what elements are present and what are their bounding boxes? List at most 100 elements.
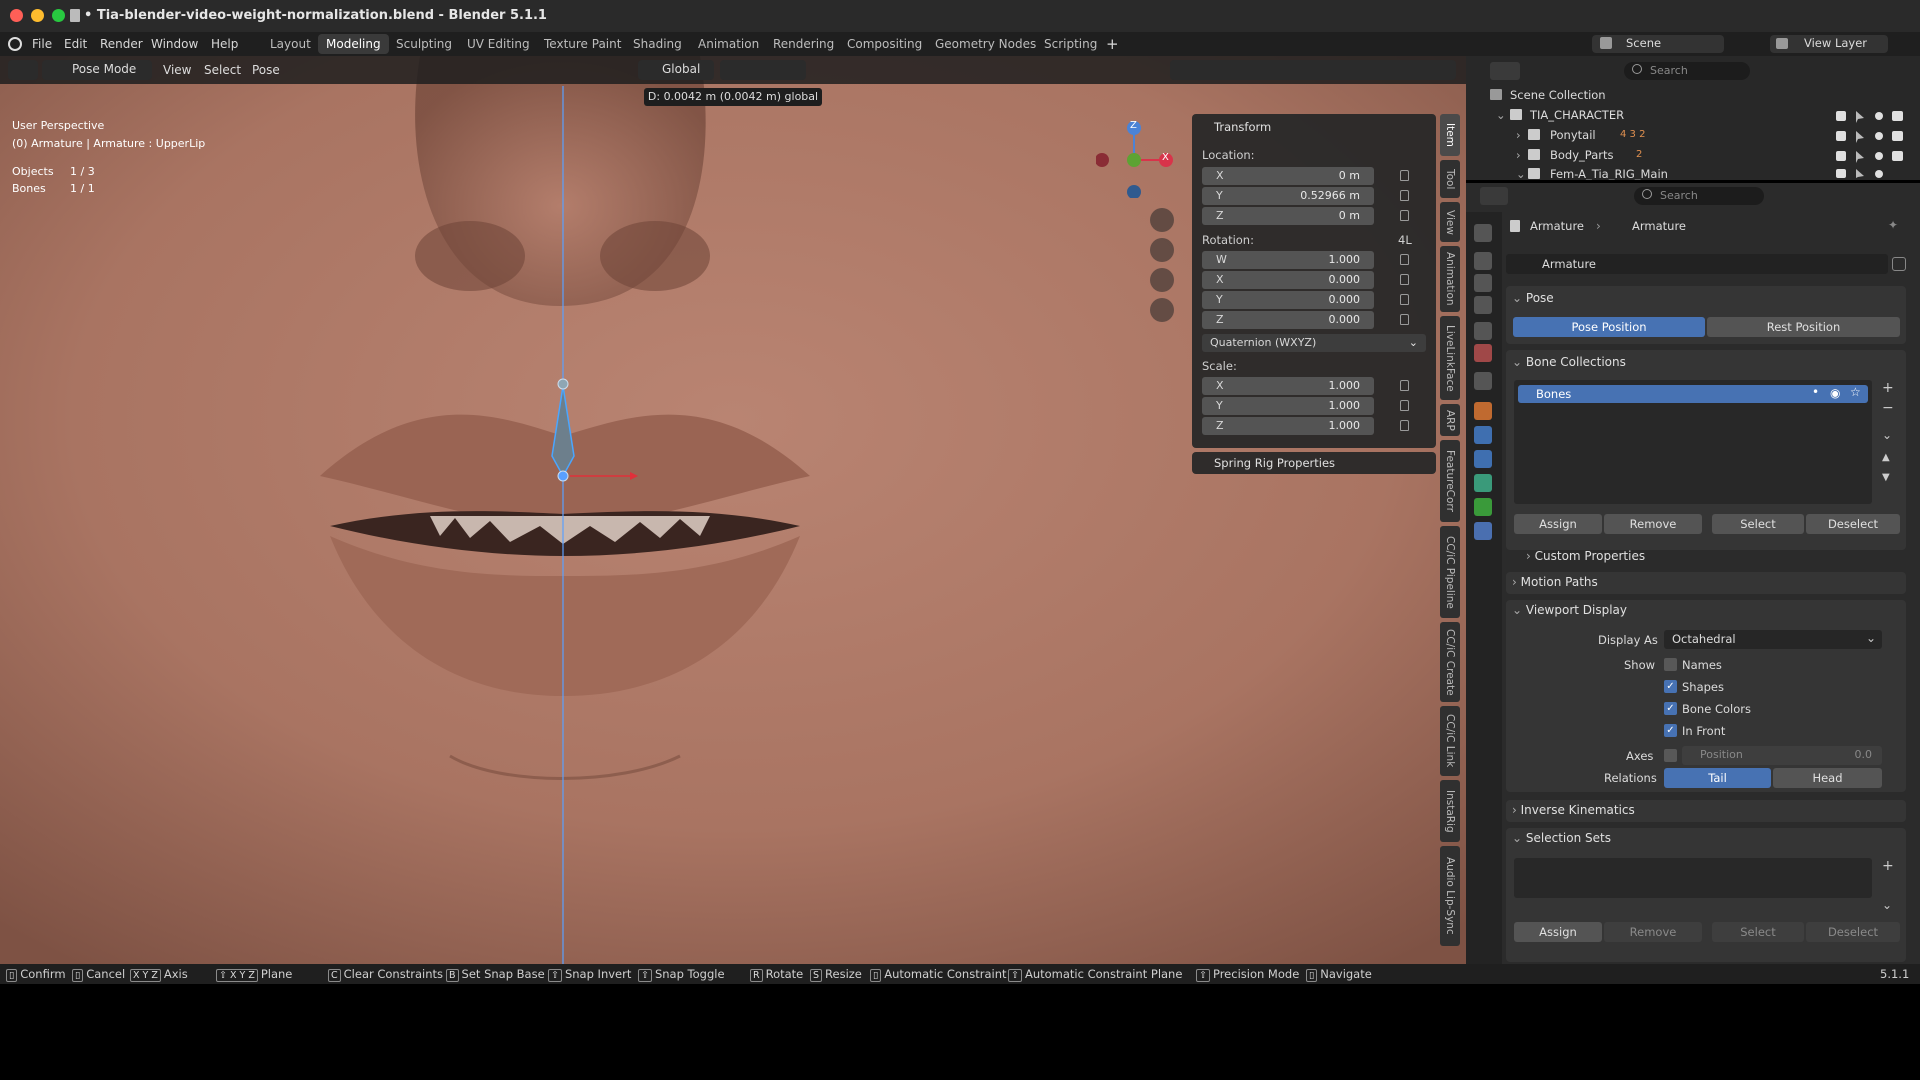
- pose-position-button[interactable]: Pose Position: [1513, 317, 1705, 337]
- selection-sets-title[interactable]: ⌄ Selection Sets: [1512, 831, 1611, 845]
- location-x-field[interactable]: X0 m: [1202, 167, 1374, 185]
- rotation-x-field[interactable]: X 0.000: [1202, 271, 1374, 289]
- add-workspace-icon[interactable]: +: [1106, 32, 1119, 56]
- transform-panel-title[interactable]: Transform: [1214, 120, 1271, 134]
- chevron-right-icon[interactable]: ›: [1516, 125, 1521, 145]
- orientation-selector[interactable]: Global: [638, 60, 714, 80]
- constraints-tab-icon[interactable]: [1474, 450, 1492, 468]
- sidebar-tab-animation[interactable]: Animation: [1440, 246, 1460, 312]
- tab-layout[interactable]: Layout: [262, 34, 319, 54]
- lock-icon[interactable]: [1400, 420, 1409, 431]
- view-layer-selector[interactable]: View Layer: [1770, 35, 1888, 53]
- sidebar-tab-item[interactable]: Item: [1440, 114, 1460, 156]
- tab-animation[interactable]: Animation: [690, 34, 767, 54]
- pivot-snap-controls[interactable]: [720, 60, 806, 80]
- viewport-menu-view[interactable]: View: [163, 60, 191, 80]
- object-tab-icon[interactable]: [1474, 402, 1492, 420]
- tab-sculpting[interactable]: Sculpting: [388, 34, 460, 54]
- lock-icon[interactable]: [1400, 170, 1409, 181]
- lock-icon[interactable]: [1400, 210, 1409, 221]
- menu-window[interactable]: Window: [151, 32, 198, 56]
- navigation-gizmo[interactable]: Z X: [1095, 118, 1176, 199]
- tab-uv-editing[interactable]: UV Editing: [459, 34, 538, 54]
- sidebar-tab-cc-create[interactable]: CC/iC Create: [1440, 622, 1460, 702]
- star-icon[interactable]: ☆: [1850, 385, 1861, 399]
- move-down-icon[interactable]: ▼: [1882, 472, 1890, 483]
- remove-collection-icon[interactable]: −: [1882, 400, 1894, 416]
- selection-set-deselect-button[interactable]: Deselect: [1806, 922, 1900, 942]
- selection-sets-list[interactable]: [1514, 858, 1872, 898]
- location-y-field[interactable]: Y 0.52966 m: [1202, 187, 1374, 205]
- camera-view-icon[interactable]: [1150, 268, 1174, 292]
- bone-tab-icon[interactable]: [1474, 498, 1492, 516]
- chevron-down-icon[interactable]: ⌄: [1496, 105, 1506, 125]
- sidebar-tab-cc-link[interactable]: CC/iC Link: [1440, 706, 1460, 776]
- tab-compositing[interactable]: Compositing: [839, 34, 930, 54]
- active-dot-icon[interactable]: •: [1812, 385, 1819, 399]
- rotation-lock-4l[interactable]: 4L: [1398, 233, 1412, 247]
- tab-shading[interactable]: Shading: [625, 34, 690, 54]
- location-z-field[interactable]: Z0 m: [1202, 207, 1374, 225]
- move-up-icon[interactable]: ▲: [1882, 452, 1890, 463]
- chevron-right-icon[interactable]: ›: [1516, 145, 1521, 165]
- menu-file[interactable]: File: [32, 32, 52, 56]
- outliner-row-scene-collection[interactable]: Scene Collection: [1466, 85, 1920, 105]
- chevron-down-icon[interactable]: ⌄: [1882, 898, 1892, 912]
- armature-data-tab-icon[interactable]: [1474, 474, 1492, 492]
- lock-icon[interactable]: [1400, 314, 1409, 325]
- rotation-w-field[interactable]: W 1.000: [1202, 251, 1374, 269]
- sidebar-tab-livelinkface[interactable]: LiveLinkFace: [1440, 316, 1460, 400]
- minimize-window-button[interactable]: [31, 9, 44, 22]
- sidebar-tab-cc-pipeline[interactable]: CC/iC Pipeline: [1440, 526, 1460, 618]
- outliner-search-input[interactable]: Search: [1624, 62, 1750, 80]
- lock-icon[interactable]: [1400, 190, 1409, 201]
- shapes-checkbox[interactable]: ✓: [1664, 680, 1677, 693]
- pose-panel-title[interactable]: ⌄ Pose: [1512, 291, 1554, 305]
- lock-icon[interactable]: [1400, 400, 1409, 411]
- lock-icon[interactable]: [1400, 254, 1409, 265]
- scale-z-field[interactable]: Z 1.000: [1202, 417, 1374, 435]
- names-checkbox[interactable]: [1664, 658, 1677, 671]
- armature-datablock-field[interactable]: Armature: [1506, 254, 1888, 274]
- pin-icon[interactable]: ✦: [1888, 218, 1898, 232]
- axes-checkbox[interactable]: [1664, 749, 1677, 762]
- lock-icon[interactable]: [1400, 380, 1409, 391]
- display-as-dropdown[interactable]: Octahedral ⌄: [1664, 630, 1882, 649]
- tab-texture-paint[interactable]: Texture Paint: [536, 34, 629, 54]
- breadcrumb-object[interactable]: Armature: [1530, 219, 1584, 233]
- scene-tab-icon[interactable]: [1474, 322, 1492, 340]
- menu-render[interactable]: Render: [100, 32, 143, 56]
- sidebar-tab-instarig[interactable]: InstaRig: [1440, 780, 1460, 842]
- scale-x-field[interactable]: X 1.000: [1202, 377, 1374, 395]
- add-selection-set-icon[interactable]: +: [1882, 858, 1894, 874]
- bone-collection-deselect-button[interactable]: Deselect: [1806, 514, 1900, 534]
- tab-modeling[interactable]: Modeling: [318, 34, 389, 54]
- bone-colors-checkbox[interactable]: ✓: [1664, 702, 1677, 715]
- relations-head-button[interactable]: Head: [1773, 768, 1882, 788]
- sidebar-tab-tool[interactable]: Tool: [1440, 160, 1460, 198]
- custom-properties-subpanel[interactable]: › Custom Properties: [1526, 549, 1645, 563]
- maximize-window-button[interactable]: [52, 9, 65, 22]
- rotation-z-field[interactable]: Z 0.000: [1202, 311, 1374, 329]
- render-tab-icon[interactable]: [1474, 252, 1492, 270]
- world-tab-icon[interactable]: [1474, 344, 1492, 362]
- scale-y-field[interactable]: Y 1.000: [1202, 397, 1374, 415]
- selection-set-assign-button[interactable]: Assign: [1514, 922, 1602, 942]
- pan-hand-icon[interactable]: [1150, 238, 1174, 262]
- output-tab-icon[interactable]: [1474, 274, 1492, 292]
- outliner-editor-type[interactable]: [1490, 62, 1520, 80]
- inverse-kinematics-title[interactable]: › Inverse Kinematics: [1512, 803, 1635, 817]
- bone-collection-assign-button[interactable]: Assign: [1514, 514, 1602, 534]
- chevron-down-icon[interactable]: ⌄: [1516, 164, 1526, 180]
- selection-set-remove-button[interactable]: Remove: [1604, 922, 1702, 942]
- bone-collection-select-button[interactable]: Select: [1712, 514, 1804, 534]
- fake-user-shield-icon[interactable]: [1892, 257, 1906, 271]
- sidebar-tab-view[interactable]: View: [1440, 202, 1460, 242]
- physics-tab-icon[interactable]: [1474, 426, 1492, 444]
- bone-collections-title[interactable]: ⌄ Bone Collections: [1512, 355, 1626, 369]
- tab-geometry-nodes[interactable]: Geometry Nodes: [927, 34, 1044, 54]
- bone-collection-remove-button[interactable]: Remove: [1604, 514, 1702, 534]
- motion-paths-title[interactable]: › Motion Paths: [1512, 575, 1598, 589]
- viewport-menu-pose[interactable]: Pose: [252, 60, 280, 80]
- viewport-display-title[interactable]: ⌄ Viewport Display: [1512, 603, 1627, 617]
